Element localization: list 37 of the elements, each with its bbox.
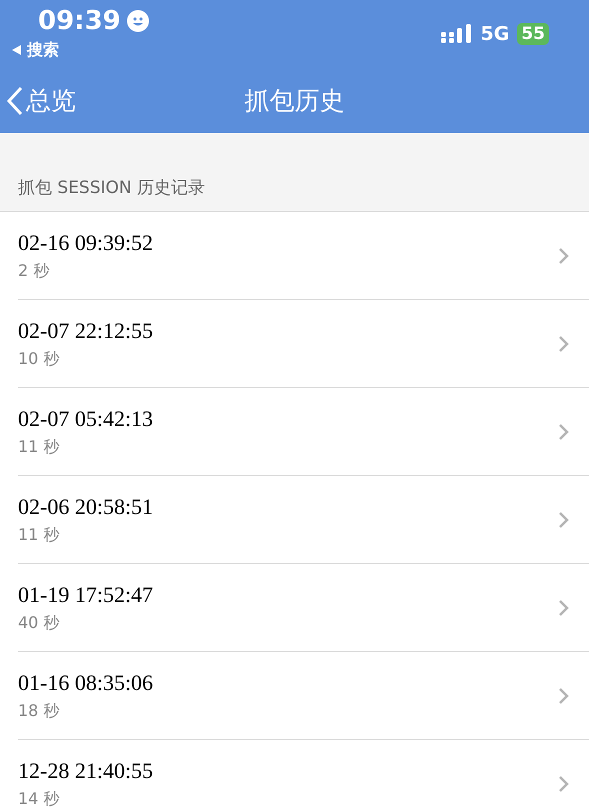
page-title: 抓包历史 bbox=[244, 84, 344, 117]
session-date: 02-06 20:58:51 bbox=[18, 492, 154, 520]
session-date: 01-16 08:35:06 bbox=[18, 668, 154, 696]
chevron-right-icon bbox=[558, 422, 569, 440]
session-row[interactable]: 02-06 20:58:51 11 秒 bbox=[0, 476, 589, 564]
chevron-right-icon bbox=[558, 598, 569, 616]
smiley-icon bbox=[126, 10, 149, 32]
back-triangle-icon bbox=[12, 45, 21, 55]
session-date: 02-07 22:12:55 bbox=[18, 316, 154, 344]
session-duration: 10 秒 bbox=[18, 348, 60, 370]
chevron-right-icon bbox=[558, 686, 569, 704]
chevron-right-icon bbox=[558, 510, 569, 528]
section-header: 抓包 SESSION 历史记录 bbox=[18, 176, 206, 200]
session-date: 02-16 09:39:52 bbox=[18, 228, 154, 256]
session-row[interactable]: 01-19 17:52:47 40 秒 bbox=[0, 564, 589, 652]
session-row[interactable]: 02-07 05:42:13 11 秒 bbox=[0, 388, 589, 476]
session-duration: 2 秒 bbox=[18, 260, 50, 282]
session-date: 01-19 17:52:47 bbox=[18, 580, 154, 608]
battery-indicator: 55 bbox=[517, 23, 549, 46]
session-row[interactable]: 02-07 22:12:55 10 秒 bbox=[0, 300, 589, 388]
session-duration: 14 秒 bbox=[18, 788, 60, 808]
network-label: 5G bbox=[480, 22, 510, 47]
session-duration: 11 秒 bbox=[18, 524, 60, 546]
session-duration: 11 秒 bbox=[18, 436, 60, 458]
chevron-right-icon bbox=[558, 334, 569, 352]
status-time: 09:39 bbox=[38, 6, 121, 36]
session-row[interactable]: 01-16 08:35:06 18 秒 bbox=[0, 652, 589, 740]
chevron-right-icon bbox=[558, 246, 569, 264]
session-duration: 40 秒 bbox=[18, 612, 60, 634]
session-date: 12-28 21:40:55 bbox=[18, 756, 154, 784]
chevron-left-icon bbox=[6, 86, 24, 116]
chevron-right-icon bbox=[558, 774, 569, 792]
session-row[interactable]: 02-16 09:39:52 2 秒 bbox=[0, 212, 589, 300]
session-duration: 18 秒 bbox=[18, 700, 60, 722]
session-date: 02-07 05:42:13 bbox=[18, 404, 154, 432]
signal-icon bbox=[440, 24, 472, 44]
session-row[interactable]: 12-28 21:40:55 14 秒 bbox=[0, 740, 589, 808]
